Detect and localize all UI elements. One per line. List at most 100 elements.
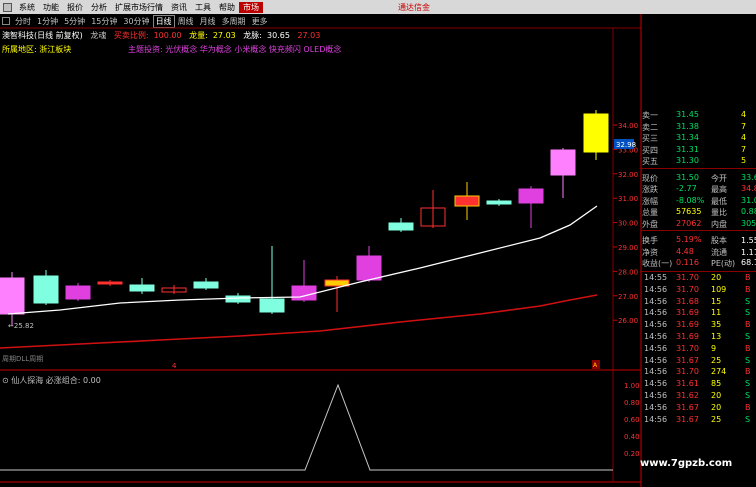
order-book-row: 买三 31.34 4 — [641, 133, 756, 145]
trade-time: 14:56 — [644, 308, 668, 318]
divider — [641, 168, 756, 169]
candle — [193, 281, 219, 289]
trade-row: 14:56 31.67 25 S — [641, 356, 756, 368]
trade-side: S — [745, 414, 751, 424]
value: -2.77 — [676, 184, 697, 193]
indicator-line — [0, 383, 613, 471]
trade-row: 14:55 31.70 20 B — [641, 273, 756, 285]
label: 收益(一) — [642, 259, 673, 268]
y-tick-label: 32.00 — [618, 171, 638, 179]
stat-row: 收益(一)0.116 PE(动) 68.1 — [641, 258, 756, 270]
label: 今开 — [711, 173, 727, 183]
trade-time: 14:56 — [644, 296, 668, 306]
trade-price: 31.69 — [676, 320, 699, 330]
price-tag-text: 32.98 — [616, 141, 636, 149]
label: 流通 — [711, 247, 727, 257]
divider — [641, 271, 756, 272]
value: 31.34 — [676, 133, 699, 142]
label: 最高 — [711, 185, 727, 194]
trade-row: 14:56 31.68 15 S — [641, 297, 756, 309]
indicator-tick-label: 0.60 — [624, 416, 640, 424]
trade-side: S — [745, 355, 751, 365]
watermark: www.7gpzb.com — [640, 458, 733, 469]
trade-volume: 109 — [711, 284, 727, 294]
trade-volume: 25 — [711, 355, 722, 365]
y-tick-label: 30.00 — [618, 220, 638, 228]
value: 0.116 — [676, 258, 699, 267]
y-tick-label: 28.00 — [618, 268, 638, 276]
trade-side: B — [745, 273, 751, 282]
trade-time: 14:56 — [644, 343, 668, 353]
value: 5 — [741, 156, 747, 165]
label: 总量 — [642, 208, 658, 217]
trade-row: 14:56 31.70 109 B — [641, 285, 756, 297]
trade-price: 31.70 — [676, 343, 699, 353]
value: 33.60 — [741, 172, 756, 182]
trade-volume: 15 — [711, 296, 722, 306]
candle — [97, 281, 123, 285]
value: 4.48 — [676, 246, 694, 256]
label: 现价 — [642, 173, 658, 183]
trade-volume: 13 — [711, 331, 722, 341]
candle — [0, 277, 25, 315]
trade-price: 31.61 — [676, 379, 699, 389]
value: 27062 — [676, 218, 702, 228]
trade-price: 31.70 — [676, 284, 699, 294]
indicator-title: ⊙ 仙人探海 必涨组合: 0.00 — [2, 376, 101, 385]
candle — [454, 195, 480, 207]
order-book-row: 卖一 31.45 4 — [641, 110, 756, 122]
order-book-row: 卖二 31.38 7 — [641, 122, 756, 134]
trade-row: 14:56 31.61 85 S — [641, 379, 756, 391]
trade-price: 31.67 — [676, 414, 699, 424]
value: 31.38 — [676, 121, 699, 131]
candle — [583, 113, 609, 153]
trade-time: 14:56 — [644, 355, 668, 365]
value: 31.30 — [676, 156, 699, 165]
trade-side: B — [745, 367, 751, 377]
value: 68.1 — [741, 258, 756, 267]
stat-row: 涨幅 -8.08% 最低 31.00 — [641, 196, 756, 208]
trade-price: 31.69 — [676, 308, 699, 318]
indicator-tick-label: 0.80 — [624, 399, 640, 407]
trade-ticker: 14:55 31.70 20 B 14:56 31.70 109 B 14:56 31.68 15 S… — [641, 273, 756, 426]
trade-row: 14:56 31.69 11 S — [641, 308, 756, 320]
y-tick-label: 29.00 — [618, 244, 638, 252]
label: 卖二 — [642, 122, 658, 132]
value: -8.08% — [676, 195, 705, 205]
trade-price: 31.62 — [676, 390, 699, 400]
trade-side: S — [745, 379, 751, 389]
candle — [33, 275, 59, 304]
stat-row: 换手 5.19% 股本 1.55亿 — [641, 235, 756, 247]
trade-side: S — [745, 331, 751, 341]
y-tick-label: 27.00 — [618, 293, 638, 301]
trade-price: 31.70 — [676, 273, 699, 282]
indicator-tick-label: 1.00 — [624, 382, 640, 390]
y-tick-label: 34.00 — [618, 122, 638, 130]
trade-time: 14:56 — [644, 320, 668, 330]
label: 量比 — [711, 208, 727, 217]
value: 7 — [741, 121, 747, 131]
trade-side: S — [745, 308, 751, 318]
candle — [129, 284, 155, 292]
stat-row: 涨跌 -2.77 最高 34.88 — [641, 184, 756, 196]
chart-footer-label: 周期DLL周期 — [2, 355, 43, 363]
trade-row: 14:56 31.70 9 B — [641, 344, 756, 356]
value: 4 — [741, 110, 747, 119]
trade-volume: 20 — [711, 390, 722, 400]
value: 0.88 — [741, 207, 756, 216]
value: 31.50 — [676, 172, 699, 182]
trade-time: 14:56 — [644, 284, 668, 294]
value: 7 — [741, 144, 747, 154]
trade-price: 31.67 — [676, 402, 699, 412]
value: 1.55亿 — [741, 236, 756, 245]
candle — [486, 200, 512, 205]
trade-volume: 11 — [711, 308, 722, 318]
trade-side: B — [745, 284, 751, 294]
divider — [641, 230, 756, 231]
value: 31.31 — [676, 144, 699, 154]
trade-volume: 85 — [711, 379, 722, 389]
label: 买三 — [642, 134, 658, 143]
footer-marker: 4 — [172, 362, 177, 370]
value: 31.45 — [676, 110, 699, 119]
y-tick-label: 31.00 — [618, 195, 638, 203]
